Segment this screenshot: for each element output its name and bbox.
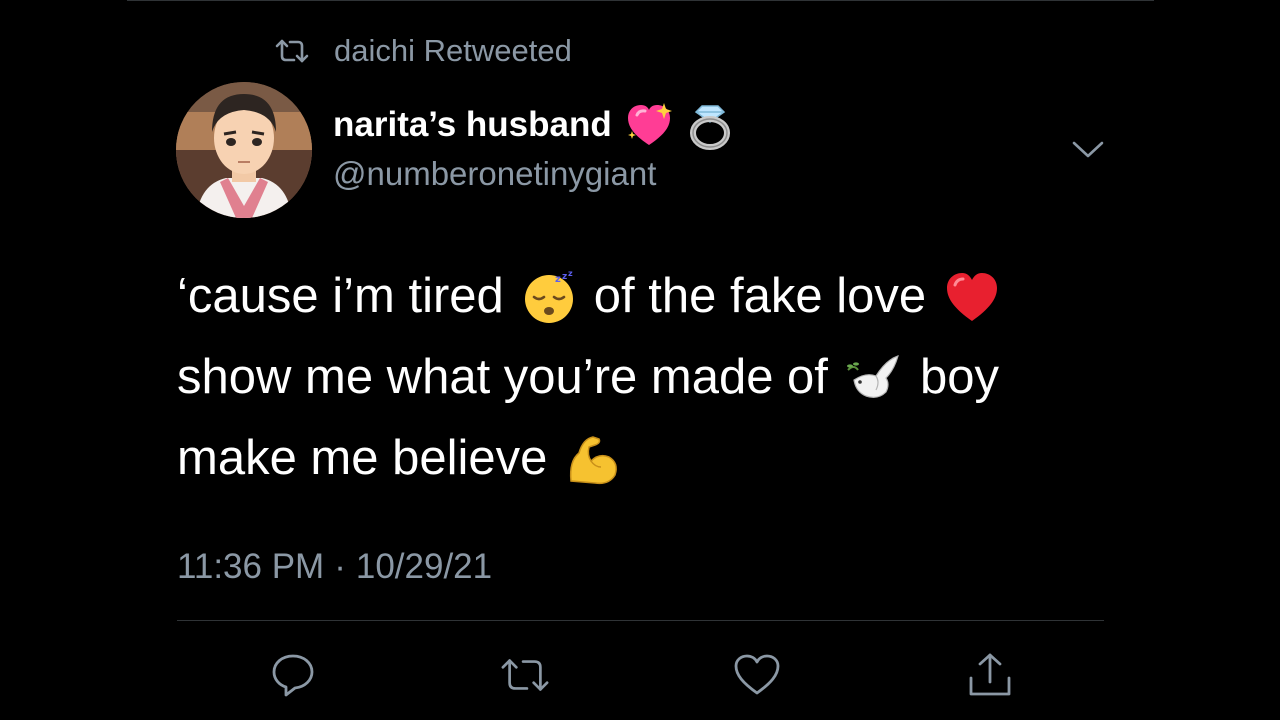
sparkling-heart-icon <box>627 103 672 145</box>
retweet-context-text: daichi Retweeted <box>334 33 572 68</box>
tweet-line: show me what you’re made of boy <box>177 337 1117 418</box>
tweet-line: ‘cause i’m tired z z z of the fake love <box>177 256 1117 337</box>
red-heart-icon <box>947 272 998 321</box>
flexed-biceps-icon <box>570 435 618 484</box>
share-button[interactable] <box>965 650 1015 700</box>
share-icon <box>969 653 1011 696</box>
tweet-text-segment: show me what you’re made of <box>177 350 828 404</box>
dove-icon <box>846 354 899 398</box>
chevron-down-icon[interactable] <box>1070 134 1106 164</box>
tweet-timestamp[interactable]: 11:36 PM · 10/29/21 <box>177 544 492 590</box>
tweet-text-segment: of the fake love <box>593 269 927 323</box>
svg-text:z: z <box>555 274 561 285</box>
tweet-text-segment: boy <box>919 350 999 404</box>
author-handle[interactable]: @numberonetinygiant <box>333 152 656 196</box>
retweet-context[interactable]: daichi Retweeted <box>275 30 572 72</box>
tweet-date: 10/29/21 <box>355 547 493 586</box>
sleeping-face-icon: z z z <box>524 270 573 323</box>
tweet-time: 11:36 PM <box>177 547 325 586</box>
tweet-text: ‘cause i’m tired z z z of the fake love … <box>177 256 1117 499</box>
reply-icon <box>272 654 314 697</box>
top-divider <box>127 0 1154 1</box>
timestamp-separator: · <box>334 547 346 586</box>
reply-button[interactable] <box>268 650 318 700</box>
avatar[interactable] <box>176 82 312 218</box>
tweet-text-segment: ‘cause i’m tired <box>177 269 504 323</box>
retweet-icon <box>275 39 309 63</box>
tweet-text-segment: make me believe <box>177 431 548 485</box>
like-button[interactable] <box>732 650 782 700</box>
retweet-icon <box>501 659 549 691</box>
author-display-name: narita’s husband <box>333 105 612 144</box>
author-name-row[interactable]: narita’s husband <box>333 100 734 150</box>
ring-icon <box>689 105 730 150</box>
svg-text:z: z <box>562 272 567 282</box>
avatar-image <box>176 82 312 218</box>
tweet-line: make me believe <box>177 418 1117 499</box>
svg-text:z: z <box>568 270 573 278</box>
retweet-button[interactable] <box>500 650 550 700</box>
actions-divider <box>177 620 1104 621</box>
like-icon <box>734 654 780 695</box>
